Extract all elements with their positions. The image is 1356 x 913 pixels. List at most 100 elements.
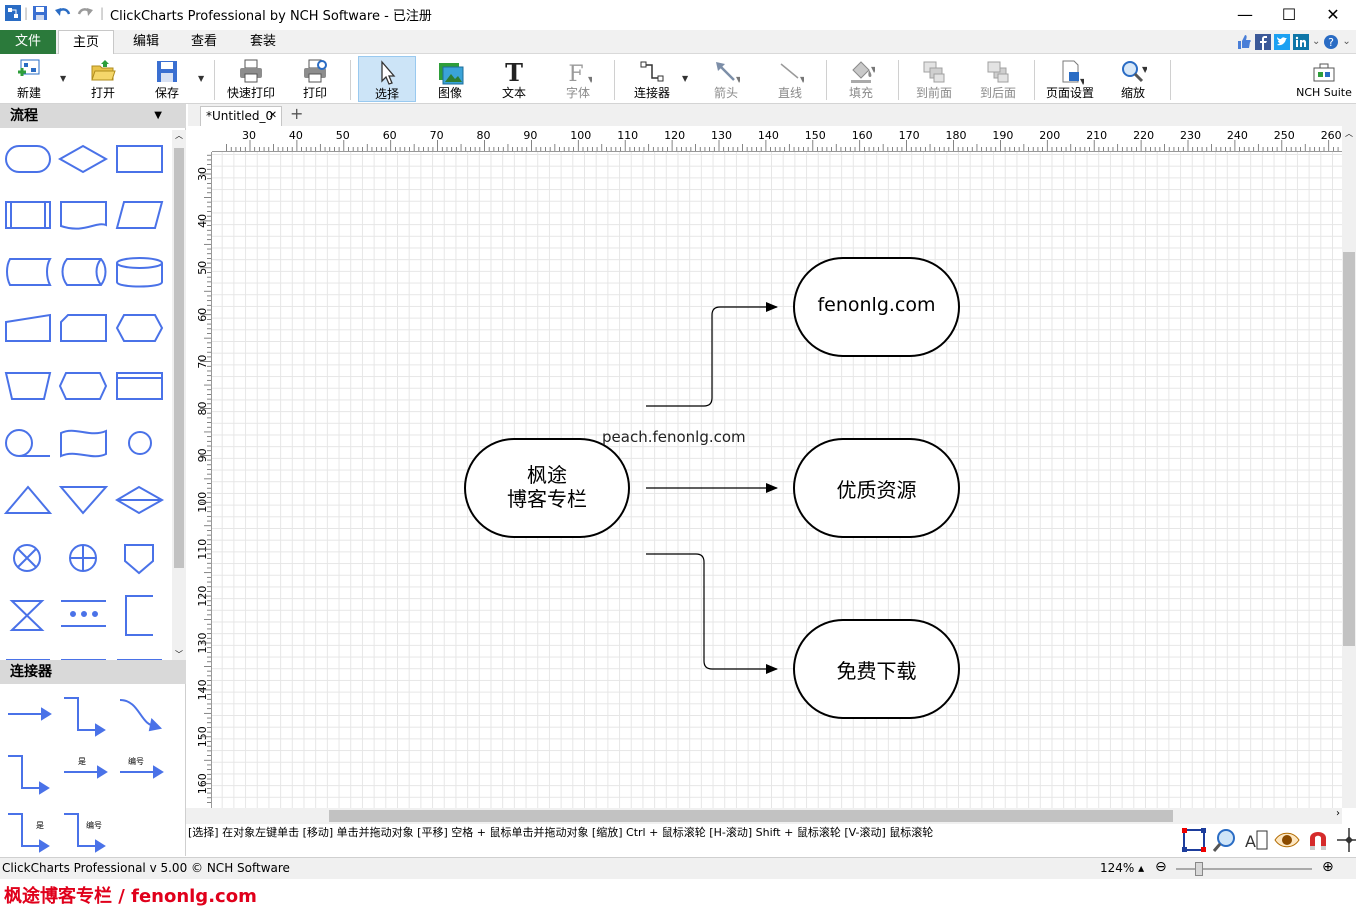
connector-to-bottom[interactable] xyxy=(646,553,778,674)
straight-connector[interactable] xyxy=(8,707,52,721)
predefined-process-shape[interactable] xyxy=(5,201,51,229)
chevron-down-icon[interactable]: ⌄ xyxy=(1342,34,1350,53)
elbow-connector-down[interactable] xyxy=(8,755,50,795)
text-resize-icon[interactable]: A xyxy=(1242,826,1270,854)
close-button[interactable]: ✕ xyxy=(1310,0,1356,28)
text-tool-button[interactable]: T 文本 xyxy=(490,56,538,102)
sequential-storage-shape[interactable] xyxy=(5,429,50,457)
chevron-up-icon[interactable]: ︿ xyxy=(1345,128,1353,139)
curved-connector[interactable] xyxy=(119,699,163,732)
manual-input-shape[interactable] xyxy=(5,313,51,342)
sort-shape[interactable] xyxy=(115,485,165,515)
nch-suite-button[interactable]: NCH Suite xyxy=(1296,56,1352,102)
connector-to-top[interactable] xyxy=(646,302,778,407)
chevron-up-icon[interactable]: ︿ xyxy=(175,130,183,141)
tab-suite[interactable]: 套装 xyxy=(236,30,290,54)
twitter-icon[interactable] xyxy=(1274,34,1290,53)
arrow-button[interactable]: ▼ 箭头 xyxy=(702,56,750,102)
print-button[interactable]: 打印 xyxy=(292,56,338,102)
tab-home[interactable]: 主页 xyxy=(58,30,114,55)
zoom-button[interactable]: ▼ 缩放 xyxy=(1108,56,1158,102)
save-button[interactable]: 保存 xyxy=(144,56,190,102)
zoom-level[interactable]: 124% ▴ xyxy=(1100,861,1144,875)
zoom-slider-thumb[interactable] xyxy=(1195,862,1203,876)
save-quick-icon[interactable] xyxy=(32,4,48,22)
database-shape[interactable] xyxy=(116,257,163,288)
magnifier-icon[interactable] xyxy=(1211,826,1239,854)
open-button[interactable]: 打开 xyxy=(80,56,126,102)
direct-access-shape[interactable] xyxy=(61,258,107,286)
undo-icon[interactable] xyxy=(54,4,72,22)
font-button[interactable]: F ▼ 字体 xyxy=(554,56,602,102)
card-shape[interactable] xyxy=(60,314,107,342)
line-button[interactable]: ▼ 直线 xyxy=(766,56,814,102)
quick-print-button[interactable]: 快速打印 xyxy=(222,56,280,102)
diagram-canvas[interactable]: 枫途 博客专栏 fenonlg.com 优质资源 免费下载 peach.feno… xyxy=(212,152,1342,808)
send-to-back-button[interactable]: 到后面 xyxy=(972,56,1024,102)
new-button[interactable]: 新建 xyxy=(6,56,52,102)
preparation-shape[interactable] xyxy=(115,314,164,342)
connector-tool-button[interactable]: 连接器 xyxy=(624,56,680,102)
labeled-number-connector[interactable] xyxy=(120,765,164,779)
linkedin-icon[interactable] xyxy=(1293,34,1309,53)
like-icon[interactable] xyxy=(1236,34,1252,53)
magnet-icon[interactable] xyxy=(1304,826,1332,854)
document-tab[interactable]: *Untitled_0 ✕ xyxy=(200,106,282,126)
hexagon-shape[interactable] xyxy=(58,372,108,400)
shapes-scrollbar[interactable]: ︿ ﹀ xyxy=(172,130,186,660)
chevron-down-icon[interactable]: ▼ xyxy=(60,74,66,83)
display-frame-shape[interactable] xyxy=(116,372,163,400)
canvas-horizontal-scrollbar[interactable]: › xyxy=(186,808,1342,824)
crosshair-icon[interactable] xyxy=(1335,826,1356,854)
chevron-down-icon[interactable]: ⌄ xyxy=(1312,34,1320,53)
decision-shape[interactable] xyxy=(57,144,109,174)
or-shape[interactable] xyxy=(69,544,97,572)
off-page-connector-shape[interactable] xyxy=(124,544,154,575)
scrollbar-thumb[interactable] xyxy=(1343,252,1355,646)
annotation-bracket-shape[interactable] xyxy=(125,595,153,636)
close-tab-icon[interactable]: ✕ xyxy=(269,107,277,125)
scrollbar-thumb[interactable] xyxy=(174,148,184,568)
menu-file[interactable]: 文件 xyxy=(0,30,56,54)
manual-operation-shape[interactable] xyxy=(4,372,52,400)
circle-connector-shape[interactable] xyxy=(128,431,152,455)
eye-icon[interactable] xyxy=(1273,826,1301,854)
labeled-yes-connector[interactable] xyxy=(64,765,108,779)
chevron-down-icon[interactable]: ﹀ xyxy=(175,649,183,660)
redo-icon[interactable] xyxy=(76,4,94,22)
tab-edit[interactable]: 编辑 xyxy=(120,30,172,54)
document-shape[interactable] xyxy=(60,201,107,230)
minimize-button[interactable]: — xyxy=(1222,0,1268,28)
elbow-connector[interactable] xyxy=(64,697,106,737)
chevron-down-icon[interactable]: ▼ xyxy=(682,74,688,83)
zoom-in-icon[interactable]: ⊕ xyxy=(1322,859,1334,875)
data-shape[interactable] xyxy=(115,201,164,229)
scrollbar-thumb[interactable] xyxy=(329,810,1173,822)
image-tool-button[interactable]: 图像 xyxy=(426,56,474,102)
floating-text-label[interactable]: peach.fenonlg.com xyxy=(602,428,746,446)
extract-shape[interactable] xyxy=(3,485,53,514)
select-mode-icon[interactable] xyxy=(1180,826,1208,854)
zoom-out-icon[interactable]: ⊖ xyxy=(1155,859,1167,875)
terminator-shape[interactable] xyxy=(5,145,51,173)
add-tab-button[interactable]: + xyxy=(290,104,303,123)
fill-button[interactable]: ▼ 填充 xyxy=(836,56,886,102)
summing-junction-shape[interactable] xyxy=(13,544,41,572)
stored-data-shape[interactable] xyxy=(6,258,52,286)
shapes-category-dropdown[interactable]: 流程 ▼ xyxy=(0,104,186,128)
facebook-icon[interactable] xyxy=(1255,34,1271,53)
process-shape[interactable] xyxy=(116,145,163,173)
chevron-right-icon[interactable]: › xyxy=(1336,808,1340,819)
collate-shape[interactable] xyxy=(9,600,45,631)
select-tool-button[interactable]: 选择 xyxy=(358,56,416,102)
merge-shape[interactable] xyxy=(58,486,109,515)
maximize-button[interactable]: ☐ xyxy=(1266,0,1312,28)
chevron-down-icon[interactable]: ▼ xyxy=(198,74,204,83)
annotation-dots-shape[interactable] xyxy=(61,600,106,627)
help-icon[interactable]: ? xyxy=(1323,34,1339,53)
tab-view[interactable]: 查看 xyxy=(178,30,230,54)
page-setup-button[interactable]: ▼ 页面设置 xyxy=(1042,56,1098,102)
canvas-vertical-scrollbar[interactable]: ︿ xyxy=(1342,126,1356,808)
bring-to-front-button[interactable]: 到前面 xyxy=(908,56,960,102)
tape-shape[interactable] xyxy=(60,429,107,458)
